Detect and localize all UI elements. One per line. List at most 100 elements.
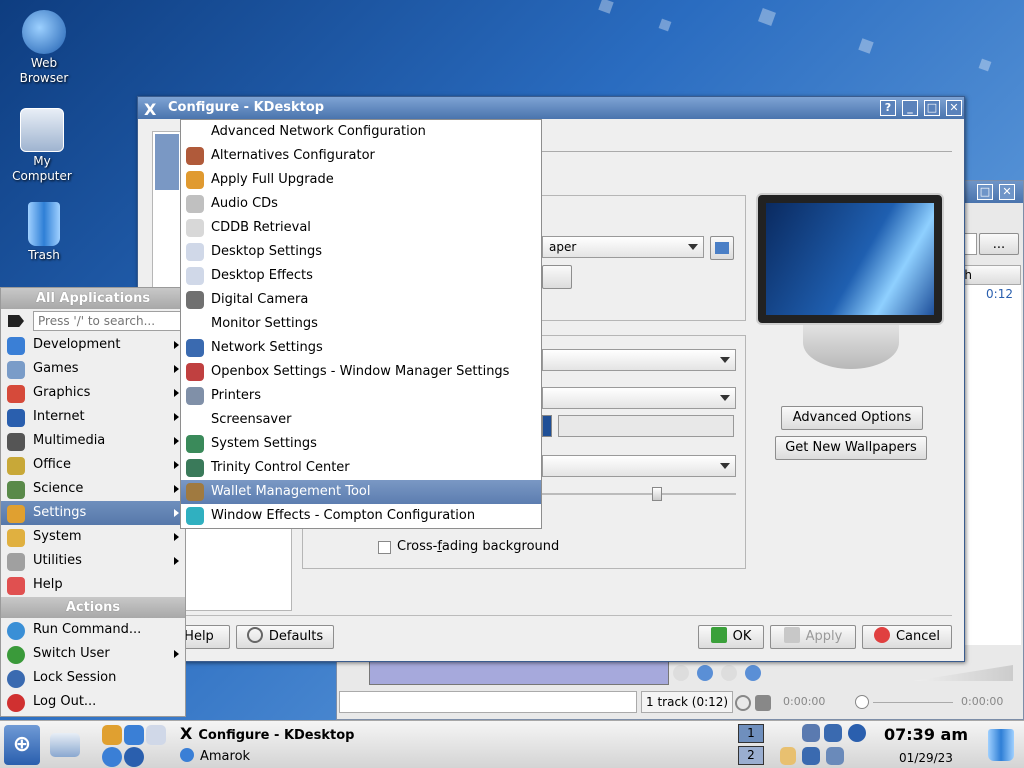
- minimize-button[interactable]: _: [902, 100, 918, 116]
- kmenu-category-science[interactable]: Science: [1, 477, 185, 501]
- kmenu-category-office[interactable]: Office: [1, 453, 185, 477]
- update-tray-icon[interactable]: [826, 747, 844, 765]
- submenu-item[interactable]: Desktop Settings: [181, 240, 541, 264]
- next-icon[interactable]: [745, 665, 761, 681]
- desktop-icon-web-browser[interactable]: Web Browser: [4, 10, 84, 86]
- wallpaper-setting-button[interactable]: [542, 265, 572, 289]
- submenu-item[interactable]: Monitor Settings: [181, 312, 541, 336]
- volume-icon[interactable]: [802, 724, 820, 742]
- submenu-item[interactable]: Audio CDs: [181, 192, 541, 216]
- help-title-button[interactable]: ?: [880, 100, 896, 116]
- submenu-item[interactable]: CDDB Retrieval: [181, 216, 541, 240]
- apply-button[interactable]: Apply: [770, 625, 856, 649]
- cancel-button[interactable]: Cancel: [862, 625, 952, 649]
- submenu-item[interactable]: Digital Camera: [181, 288, 541, 312]
- sidebar-selected-item[interactable]: [155, 134, 179, 190]
- kmenu-category-settings[interactable]: Settings: [1, 501, 185, 525]
- balance-slider-handle[interactable]: [652, 487, 662, 501]
- quicklaunch-browser-icon[interactable]: [124, 725, 144, 745]
- seek-track[interactable]: [873, 702, 953, 703]
- kmenu-category-multimedia[interactable]: Multimedia: [1, 429, 185, 453]
- task-amarok[interactable]: Amarok: [180, 746, 600, 768]
- clock-time[interactable]: 07:39 am: [876, 725, 976, 744]
- kmenu-category-system[interactable]: System: [1, 525, 185, 549]
- settings-submenu[interactable]: Advanced Network Configuration Alternativ…: [180, 119, 542, 529]
- submenu-item[interactable]: Wallet Management Tool: [181, 480, 541, 504]
- prev-icon[interactable]: [673, 665, 689, 681]
- position-combo[interactable]: [542, 387, 736, 409]
- maximize-button[interactable]: □: [924, 100, 940, 116]
- clear-search-icon[interactable]: [8, 315, 24, 327]
- submenu-arrow-icon: [174, 509, 179, 517]
- repeat-icon[interactable]: [735, 695, 751, 711]
- clock-date[interactable]: 01/29/23: [876, 751, 976, 765]
- task-configure[interactable]: X Configure - KDesktop: [180, 723, 600, 745]
- color-button-2[interactable]: [558, 415, 734, 437]
- random-icon[interactable]: [755, 695, 771, 711]
- volume-slider[interactable]: [913, 665, 1013, 681]
- submenu-item[interactable]: Desktop Effects: [181, 264, 541, 288]
- quicklaunch-settings-icon[interactable]: [102, 725, 122, 745]
- balance-slider-track[interactable]: [542, 493, 736, 495]
- submenu-item[interactable]: System Settings: [181, 432, 541, 456]
- kmenu-category-utilities[interactable]: Utilities: [1, 549, 185, 573]
- kmenu-action-log-out[interactable]: Log Out...: [1, 690, 185, 714]
- kmenu-action-lock-session[interactable]: Lock Session: [1, 666, 185, 690]
- k-menu-button[interactable]: ⊕: [4, 725, 40, 765]
- submenu-item[interactable]: Printers: [181, 384, 541, 408]
- kmenu-category-development[interactable]: Development: [1, 333, 185, 357]
- play-icon[interactable]: [697, 665, 713, 681]
- stop-icon[interactable]: [721, 665, 737, 681]
- pager-desktop-2[interactable]: 2: [738, 746, 764, 765]
- submenu-item-label: Desktop Effects: [211, 268, 313, 283]
- seek-handle[interactable]: [855, 695, 869, 709]
- amarok-browse-button[interactable]: ...: [979, 233, 1019, 255]
- kmenu-category-internet[interactable]: Internet: [1, 405, 185, 429]
- ok-button[interactable]: OK: [698, 625, 764, 649]
- mode-combo[interactable]: [542, 349, 736, 371]
- desktop: Web Browser My Computer Trash □ ✕ ... gt…: [0, 0, 1024, 720]
- close-button[interactable]: ✕: [999, 184, 1015, 200]
- submenu-item[interactable]: Apply Full Upgrade: [181, 168, 541, 192]
- kmenu-category-help[interactable]: Help: [1, 573, 185, 597]
- show-desktop-icon[interactable]: [50, 733, 80, 757]
- quicklaunch-internet-icon[interactable]: [124, 747, 144, 767]
- submenu-item[interactable]: Advanced Network Configuration: [181, 120, 541, 144]
- submenu-item[interactable]: Window Effects - Compton Configuration: [181, 504, 541, 528]
- desktop-icon-trash[interactable]: Trash: [4, 202, 84, 263]
- kmenu-category-games[interactable]: Games: [1, 357, 185, 381]
- k-menu[interactable]: All Applications Development Games Graphic…: [0, 287, 186, 717]
- klipper-icon[interactable]: [780, 747, 796, 765]
- quicklaunch-network-icon[interactable]: [146, 725, 166, 745]
- close-button[interactable]: ✕: [946, 100, 962, 116]
- submenu-arrow-icon: [174, 557, 179, 565]
- pager-desktop-1[interactable]: 1: [738, 724, 764, 743]
- amarok-tray-icon[interactable]: [848, 724, 866, 742]
- quicklaunch-amarok-icon[interactable]: [102, 747, 122, 767]
- maximize-button[interactable]: □: [977, 184, 993, 200]
- kmenu-action-run-command[interactable]: Run Command...: [1, 618, 185, 642]
- submenu-item[interactable]: Network Settings: [181, 336, 541, 360]
- blend-combo[interactable]: [542, 455, 736, 477]
- kmenu-category-graphics[interactable]: Graphics: [1, 381, 185, 405]
- trash-icon[interactable]: [988, 729, 1014, 761]
- checkmark-icon: [710, 627, 727, 643]
- network-tray-icon[interactable]: [802, 747, 820, 765]
- submenu-item[interactable]: Alternatives Configurator: [181, 144, 541, 168]
- color-button[interactable]: [542, 415, 552, 437]
- open-file-button[interactable]: [710, 236, 734, 260]
- advanced-options-button[interactable]: Advanced Options: [781, 406, 923, 430]
- display-icon[interactable]: [824, 724, 842, 742]
- wallpaper-combo[interactable]: aper: [542, 236, 704, 258]
- get-new-wallpapers-button[interactable]: Get New Wallpapers: [775, 436, 927, 460]
- submenu-item[interactable]: Openbox Settings - Window Manager Settin…: [181, 360, 541, 384]
- desktop-icon-my-computer[interactable]: My Computer: [2, 108, 82, 184]
- search-input[interactable]: [33, 311, 181, 331]
- dialog-titlebar[interactable]: X Configure - KDesktop ? _ □ ✕: [138, 97, 964, 119]
- kmenu-action-switch-user[interactable]: Switch User: [1, 642, 185, 666]
- defaults-button[interactable]: Defaults: [236, 625, 334, 649]
- submenu-item[interactable]: Trinity Control Center: [181, 456, 541, 480]
- submenu-item[interactable]: Screensaver: [181, 408, 541, 432]
- analyzer-bar: [369, 661, 669, 685]
- crossfade-checkbox[interactable]: [378, 541, 391, 554]
